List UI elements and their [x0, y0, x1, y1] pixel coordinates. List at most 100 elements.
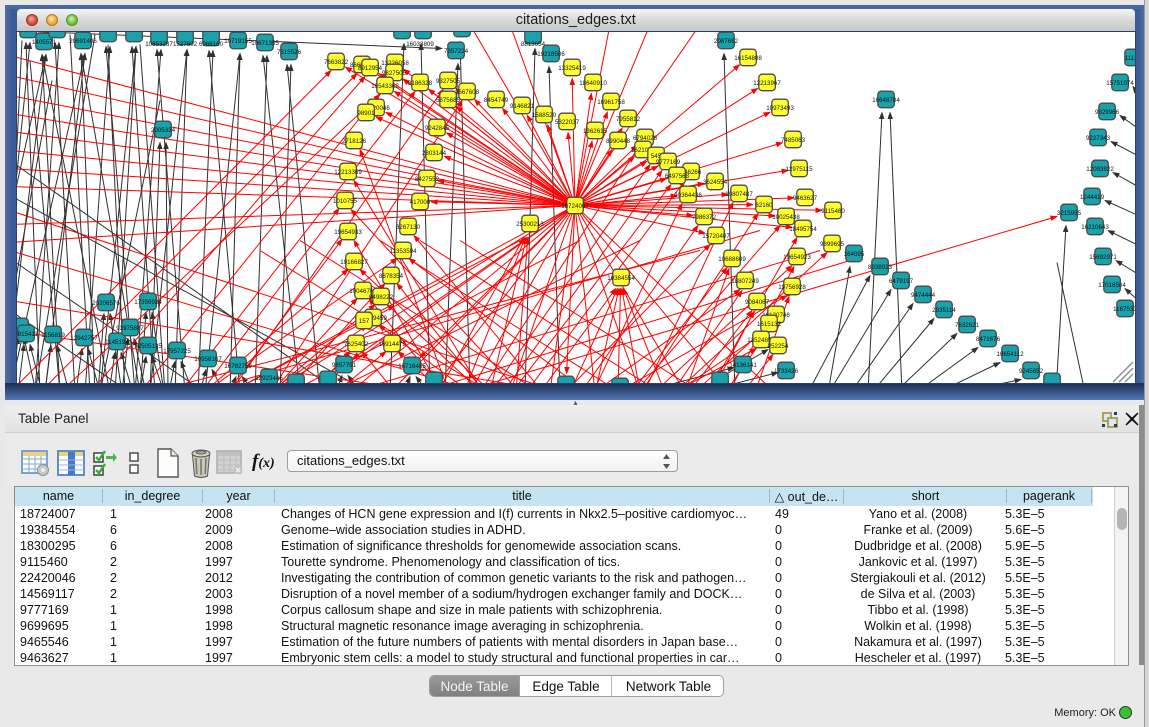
- svg-text:7357224: 7357224: [444, 48, 469, 55]
- svg-text:18807249: 18807249: [731, 278, 759, 285]
- svg-text:98901: 98901: [357, 110, 375, 117]
- svg-text:9327505: 9327505: [436, 78, 461, 85]
- svg-text:10688609: 10688609: [718, 256, 746, 263]
- svg-text:18724007: 18724007: [561, 203, 589, 210]
- svg-text:16648784: 16648784: [872, 97, 900, 104]
- svg-text:8938923: 8938923: [868, 264, 893, 271]
- svg-text:9474444: 9474444: [911, 292, 936, 299]
- svg-text:12942757: 12942757: [70, 335, 98, 342]
- svg-text:6966160: 6966160: [199, 41, 224, 48]
- svg-text:3215955: 3215955: [1057, 210, 1082, 217]
- svg-text:14136141: 14136141: [729, 362, 757, 369]
- svg-text:8427552: 8427552: [415, 176, 440, 183]
- svg-text:1010755: 1010755: [333, 198, 358, 205]
- svg-text:9227343: 9227343: [1086, 135, 1111, 142]
- svg-text:8186328: 8186328: [408, 80, 433, 87]
- svg-text:7485063: 7485063: [781, 137, 806, 144]
- svg-text:8912954: 8912954: [358, 65, 383, 72]
- svg-text:10853287: 10853287: [145, 41, 173, 48]
- svg-text:2718126: 2718126: [342, 138, 367, 145]
- svg-text:10654112: 10654112: [996, 351, 1024, 358]
- svg-text:3915411: 3915411: [17, 331, 38, 338]
- svg-text:9777169: 9777169: [656, 159, 681, 166]
- svg-text:18640910: 18640910: [579, 80, 607, 87]
- svg-text:15716485: 15716485: [398, 363, 426, 370]
- svg-text:5875685: 5875685: [436, 97, 461, 104]
- svg-text:6497568: 6497568: [665, 173, 690, 180]
- svg-text:252254: 252254: [768, 343, 789, 350]
- svg-text:19654923: 19654923: [783, 254, 811, 261]
- svg-text:9084067: 9084067: [745, 299, 770, 306]
- svg-text:2803144: 2803144: [422, 150, 447, 157]
- svg-text:3624554: 3624554: [703, 179, 728, 186]
- svg-text:2087682: 2087682: [714, 38, 739, 45]
- svg-text:19756928: 19756928: [778, 284, 806, 291]
- svg-text:12975115: 12975115: [785, 166, 813, 173]
- svg-text:19384554: 19384554: [607, 275, 635, 282]
- svg-text:16961758: 16961758: [597, 99, 625, 106]
- svg-text:12213369: 12213369: [334, 169, 362, 176]
- svg-text:7515526: 7515526: [277, 49, 302, 56]
- svg-text:1588520: 1588520: [532, 112, 557, 119]
- svg-text:15720407: 15720407: [702, 233, 730, 240]
- svg-text:12093822: 12093822: [1086, 166, 1114, 173]
- svg-text:164095: 164095: [844, 251, 865, 258]
- svg-text:19218506: 19218506: [537, 51, 565, 58]
- svg-text:9463627: 9463627: [793, 195, 818, 202]
- svg-text:1156819: 1156819: [41, 332, 65, 339]
- svg-text:10671355: 10671355: [251, 40, 279, 47]
- svg-text:9329966: 9329966: [1095, 109, 1120, 116]
- svg-text:62160: 62160: [755, 202, 773, 209]
- svg-text:17359924: 17359924: [134, 299, 162, 306]
- svg-text:17016504: 17016504: [1098, 282, 1126, 289]
- svg-text:12923446: 12923446: [255, 375, 283, 382]
- svg-text:9115460: 9115460: [821, 208, 845, 215]
- svg-text:157: 157: [359, 318, 370, 325]
- svg-text:10973493: 10973493: [766, 105, 794, 112]
- svg-text:2667608: 2667608: [455, 89, 480, 96]
- svg-text:16914479: 16914479: [378, 341, 406, 348]
- svg-text:16782759: 16782759: [224, 363, 252, 370]
- svg-text:7955812: 7955812: [616, 116, 641, 123]
- svg-text:20364436: 20364436: [674, 192, 702, 199]
- svg-text:19166827: 19166827: [340, 259, 368, 266]
- svg-text:20691406: 20691406: [69, 38, 97, 45]
- svg-text:9899695: 9899695: [820, 241, 845, 248]
- svg-text:18495754: 18495754: [789, 226, 817, 233]
- svg-text:17957225: 17957225: [163, 348, 191, 355]
- svg-text:93975887: 93975887: [116, 325, 144, 332]
- svg-text:2935114: 2935114: [932, 307, 956, 314]
- svg-text:10958107: 10958107: [194, 356, 222, 363]
- svg-text:15692971: 15692971: [1089, 254, 1117, 261]
- svg-text:1167533: 1167533: [1113, 306, 1134, 313]
- svg-text:25300213: 25300213: [516, 221, 544, 228]
- svg-text:16210643: 16210643: [1081, 224, 1109, 231]
- svg-text:2005334: 2005334: [151, 127, 176, 134]
- svg-text:9242845: 9242845: [425, 125, 450, 132]
- svg-text:6479197: 6479197: [889, 278, 914, 285]
- svg-text:19654933: 19654933: [334, 229, 362, 236]
- svg-text:10719155: 10719155: [224, 38, 252, 45]
- svg-text:16033809: 16033809: [406, 41, 434, 48]
- svg-text:20206576: 20206576: [92, 300, 120, 307]
- svg-text:13325419: 13325419: [558, 65, 586, 72]
- svg-text:417006: 417006: [410, 199, 431, 206]
- svg-text:11353594: 11353594: [389, 248, 417, 255]
- svg-text:3267130: 3267130: [396, 224, 421, 231]
- svg-text:7986372: 7986372: [692, 214, 717, 221]
- svg-text:8471676: 8471676: [976, 336, 1001, 343]
- svg-text:1405571: 1405571: [32, 39, 57, 46]
- svg-text:1244419: 1244419: [1080, 194, 1105, 201]
- svg-text:1615132: 1615132: [757, 321, 782, 328]
- svg-text:8990448: 8990448: [606, 138, 631, 145]
- svg-text:8813054: 8813054: [521, 41, 546, 48]
- svg-text:12505135: 12505135: [134, 343, 162, 350]
- svg-text:16154808: 16154808: [734, 55, 762, 62]
- svg-text:7625402: 7625402: [344, 341, 369, 348]
- svg-text:8454749: 8454749: [484, 97, 509, 104]
- svg-text:5322037: 5322037: [555, 119, 580, 126]
- svg-text:16543362: 16543362: [371, 83, 399, 90]
- svg-text:10807487: 10807487: [725, 191, 753, 198]
- svg-text:9245652: 9245652: [1019, 368, 1044, 375]
- svg-text:8878354: 8878354: [379, 273, 404, 280]
